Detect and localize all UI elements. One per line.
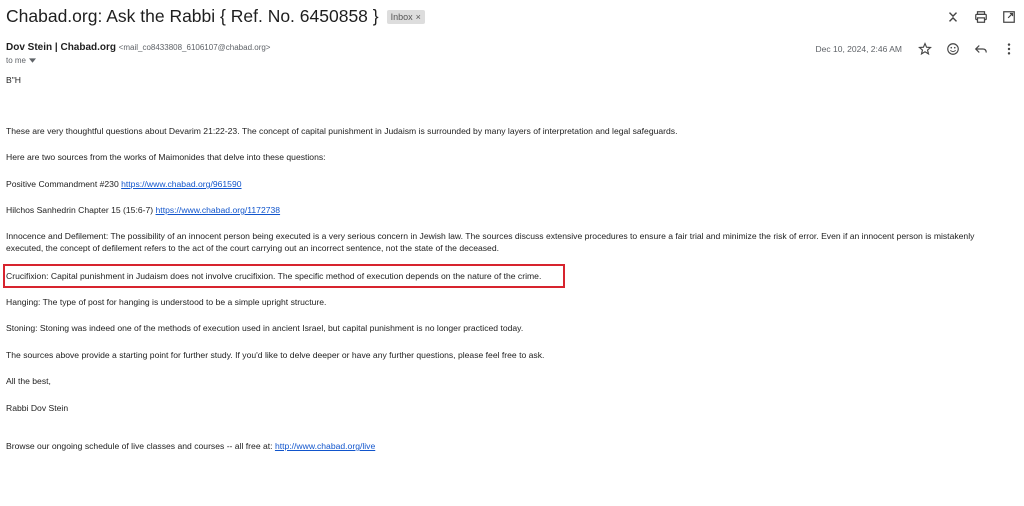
remove-label-button[interactable]: × — [416, 11, 421, 23]
sender-name[interactable]: Dov Stein | Chabad.org — [6, 42, 116, 53]
source-line-2: Hilchos Sanhedrin Chapter 15 (15:6-7) ht… — [6, 204, 280, 216]
source-2-link[interactable]: https://www.chabad.org/1172738 — [156, 205, 281, 215]
paragraph-stoning: Stoning: Stoning was indeed one of the m… — [6, 323, 524, 333]
source-1-label: Positive Commandment #230 — [6, 179, 122, 189]
paragraph-innocence: Innocence and Defilement: The possibilit… — [6, 231, 975, 253]
recipient-dropdown[interactable]: to me — [6, 56, 37, 65]
bh-line: B"H — [6, 75, 21, 85]
label-text: Inbox — [390, 11, 413, 22]
sender-email: <mail_co8433808_6106107@chabad.org> — [118, 43, 271, 52]
message-actions: Dec 10, 2024, 2:46 AM — [816, 40, 1018, 58]
more-vertical-icon[interactable] — [1000, 40, 1018, 58]
footer-text: Browse our ongoing schedule of live clas… — [6, 441, 275, 451]
signoff: All the best, — [6, 376, 51, 386]
expand-collapse-icon[interactable] — [944, 8, 962, 26]
message-date: Dec 10, 2024, 2:46 AM — [815, 44, 902, 54]
chevron-down-icon — [29, 58, 37, 63]
print-icon[interactable] — [972, 8, 990, 26]
emoji-reaction-icon[interactable] — [944, 40, 962, 58]
inbox-label-badge[interactable]: Inbox × — [386, 9, 425, 24]
open-in-new-window-icon[interactable] — [1000, 8, 1018, 26]
paragraph-hanging: Hanging: The type of post for hanging is… — [6, 297, 327, 307]
source-2-label: Hilchos Sanhedrin Chapter 15 (15:6-7) — [6, 205, 156, 215]
thread-actions — [944, 8, 1018, 26]
email-subject: Chabad.org: Ask the Rabbi { Ref. No. 645… — [6, 6, 425, 27]
paragraph-closing: The sources above provide a starting poi… — [6, 350, 545, 360]
signature-name: Rabbi Dov Stein — [6, 403, 69, 413]
source-1-link[interactable]: https://www.chabad.org/961590 — [121, 179, 241, 189]
reply-icon[interactable] — [972, 40, 990, 58]
red-highlight-box — [3, 264, 565, 288]
recipient-text: to me — [6, 56, 27, 65]
paragraph-intro: These are very thoughtful questions abou… — [6, 126, 678, 136]
sender-line: Dov Stein | Chabad.org <mail_co8433808_6… — [6, 42, 270, 53]
paragraph-sources: Here are two sources from the works of M… — [6, 152, 326, 162]
footer-line: Browse our ongoing schedule of live clas… — [6, 440, 375, 452]
subject-text: Chabad.org: Ask the Rabbi { Ref. No. 645… — [6, 6, 379, 26]
source-line-1: Positive Commandment #230 https://www.ch… — [6, 178, 242, 190]
live-classes-link[interactable]: http://www.chabad.org/live — [275, 441, 375, 451]
star-icon[interactable] — [916, 40, 934, 58]
